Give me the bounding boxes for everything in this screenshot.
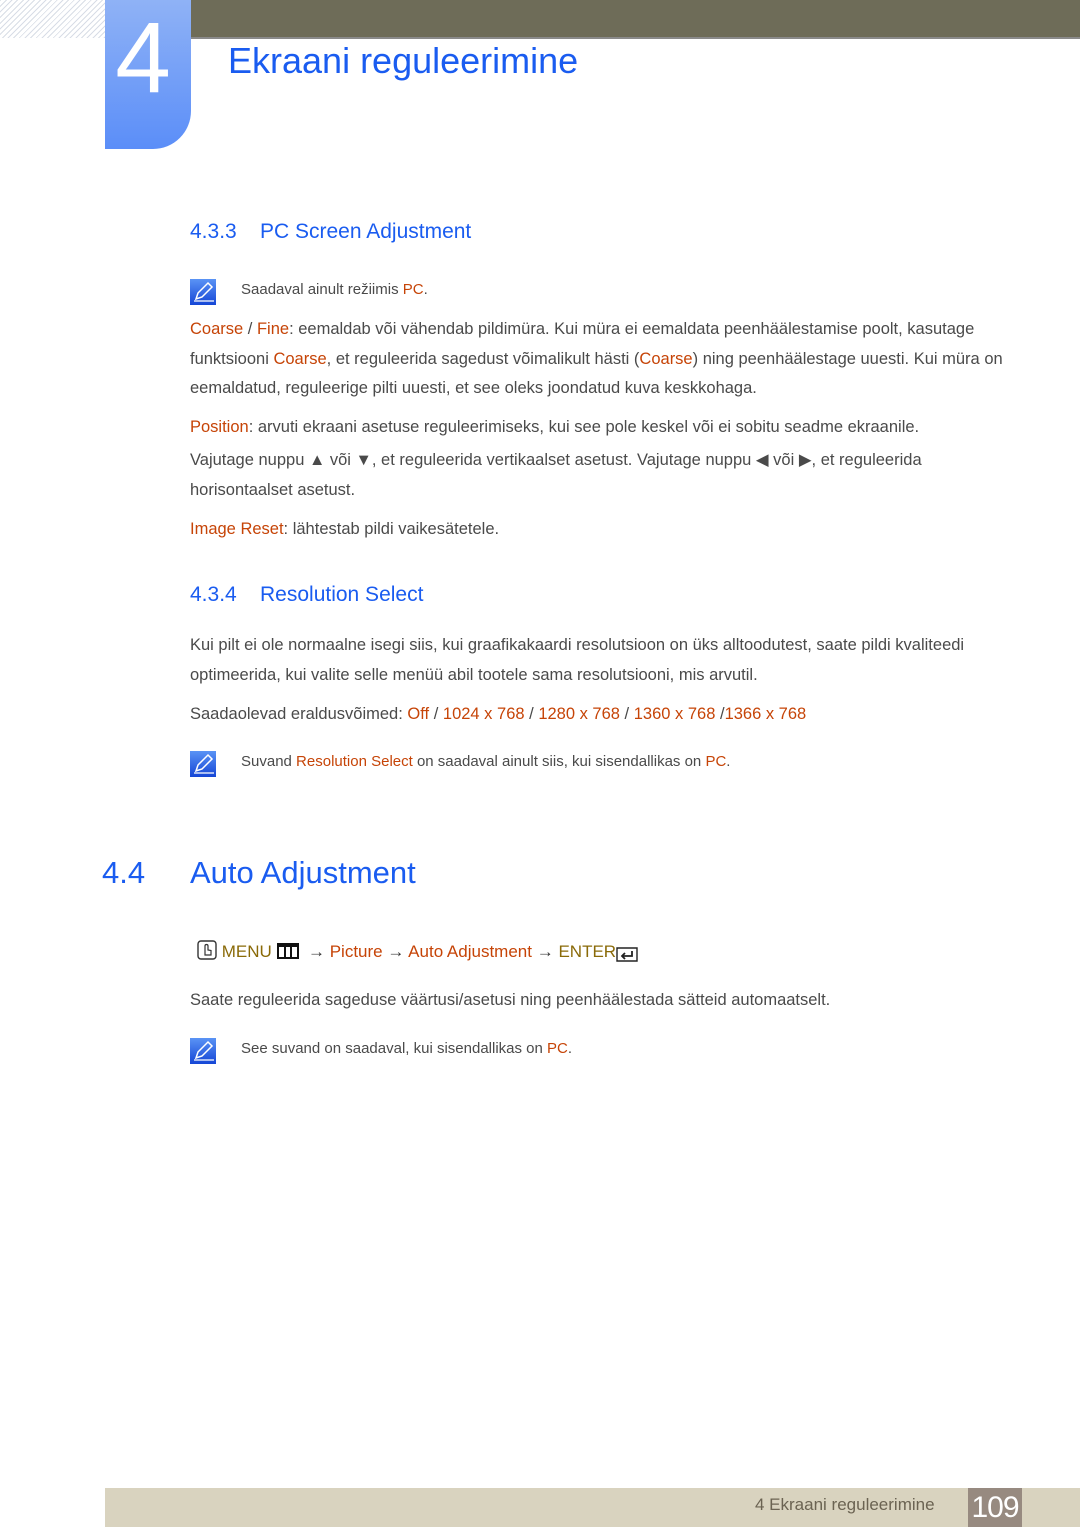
note-text: Saadaval ainult režiimis	[241, 281, 403, 298]
image-reset-paragraph: Image Reset: lähtestab pildi vaikesätete…	[190, 515, 1010, 545]
resolution-paragraph: Kui pilt ei ole normaalne isegi siis, ku…	[190, 636, 965, 684]
note-highlight: PC	[547, 1040, 568, 1057]
term-position: Position	[190, 418, 249, 436]
resolution-option: 1024 x 768	[442, 705, 525, 723]
chapter-badge: 4	[105, 0, 191, 149]
resolution-option: 1366 x 768	[724, 705, 807, 723]
term-image-reset: Image Reset	[190, 520, 284, 538]
menu-label: MENU	[221, 942, 272, 961]
decorative-hatch	[0, 0, 105, 38]
section-number: 4.3.3	[190, 220, 237, 243]
term-fine: Fine	[256, 320, 290, 338]
section-title: Auto Adjustment	[190, 855, 416, 890]
menu-path: MENU → Picture → Auto Adjustment → ENTER	[197, 940, 638, 962]
page-number: 109	[968, 1488, 1022, 1527]
resolutions-label: Saadaolevad eraldusvõimed:	[190, 705, 408, 723]
header-bar	[190, 0, 1080, 39]
resolution-option: Off	[407, 705, 430, 723]
resolution-option: 1360 x 768	[633, 705, 716, 723]
note-suffix: .	[726, 753, 731, 770]
section-number: 4.3.4	[190, 583, 237, 606]
section-title: Resolution Select	[260, 583, 424, 606]
note-highlight: Resolution Select	[296, 753, 413, 770]
footer-chapter-label: 4 Ekraani reguleerimine	[755, 1495, 935, 1514]
paragraph-text: : lähtestab pildi vaikesätetele.	[283, 520, 500, 538]
note-suffix: .	[567, 1040, 573, 1057]
arrow-icon: →	[307, 942, 325, 961]
chapter-title: Ekraani reguleerimine	[228, 40, 579, 81]
paragraph-text: : arvuti ekraani asetuse reguleerimiseks…	[248, 418, 920, 436]
note-text: on saadaval ainult siis, kui sisendallik…	[412, 753, 706, 770]
arrows-paragraph: Vajutage nuppu ▲ või ▼, et reguleerida v…	[190, 451, 922, 499]
menu-grid-icon	[276, 943, 299, 959]
arrow-icon: →	[387, 942, 405, 961]
note-highlight: PC	[402, 281, 424, 298]
page-footer: 4 Ekraani reguleerimine 109	[105, 1488, 1080, 1527]
section-heading-pc-screen-adjustment: 4.3.3 PC Screen Adjustment	[190, 220, 471, 244]
section-number: 4.4	[102, 855, 146, 890]
chapter-number: 4	[115, 2, 171, 114]
coarse-fine-paragraph: Coarse / Fine: eemaldab või vähendab pil…	[190, 315, 1010, 404]
section-heading-auto-adjustment: 4.4 Auto Adjustment	[102, 855, 416, 891]
menu-step-picture: Picture	[329, 942, 383, 961]
term-coarse: Coarse	[190, 320, 244, 338]
remote-hand-icon	[197, 940, 217, 960]
auto-adjustment-paragraph: Saate reguleerida sageduse väärtusi/aset…	[190, 991, 831, 1009]
note-suffix: .	[423, 281, 428, 298]
term-coarse: Coarse	[273, 349, 327, 368]
note-text: See suvand on saadaval, kui sisendallika…	[241, 1040, 548, 1057]
enter-key-icon	[616, 947, 638, 962]
paragraph-text: , et reguleerida sagedust võimalikult hä…	[326, 349, 640, 368]
note-highlight: PC	[705, 753, 727, 770]
resolution-option: 1280 x 768	[538, 705, 620, 723]
section-heading-resolution-select: 4.3.4 Resolution Select	[190, 583, 423, 607]
section-title: PC Screen Adjustment	[260, 220, 472, 243]
arrow-icon: →	[536, 942, 554, 961]
resolutions-line: Saadaolevad eraldusvõimed: Off / 1024 x …	[190, 705, 807, 723]
note-pencil-icon	[190, 279, 216, 305]
note-pencil-icon	[190, 751, 216, 777]
enter-label: ENTER	[558, 942, 617, 961]
separator: /	[243, 320, 257, 338]
term-coarse: Coarse	[639, 349, 693, 368]
position-paragraph: Position: arvuti ekraani asetuse regulee…	[190, 413, 1010, 443]
note-text: Suvand	[241, 753, 297, 770]
note-pencil-icon	[190, 1038, 216, 1064]
menu-step-auto-adjustment: Auto Adjustment	[408, 942, 532, 961]
